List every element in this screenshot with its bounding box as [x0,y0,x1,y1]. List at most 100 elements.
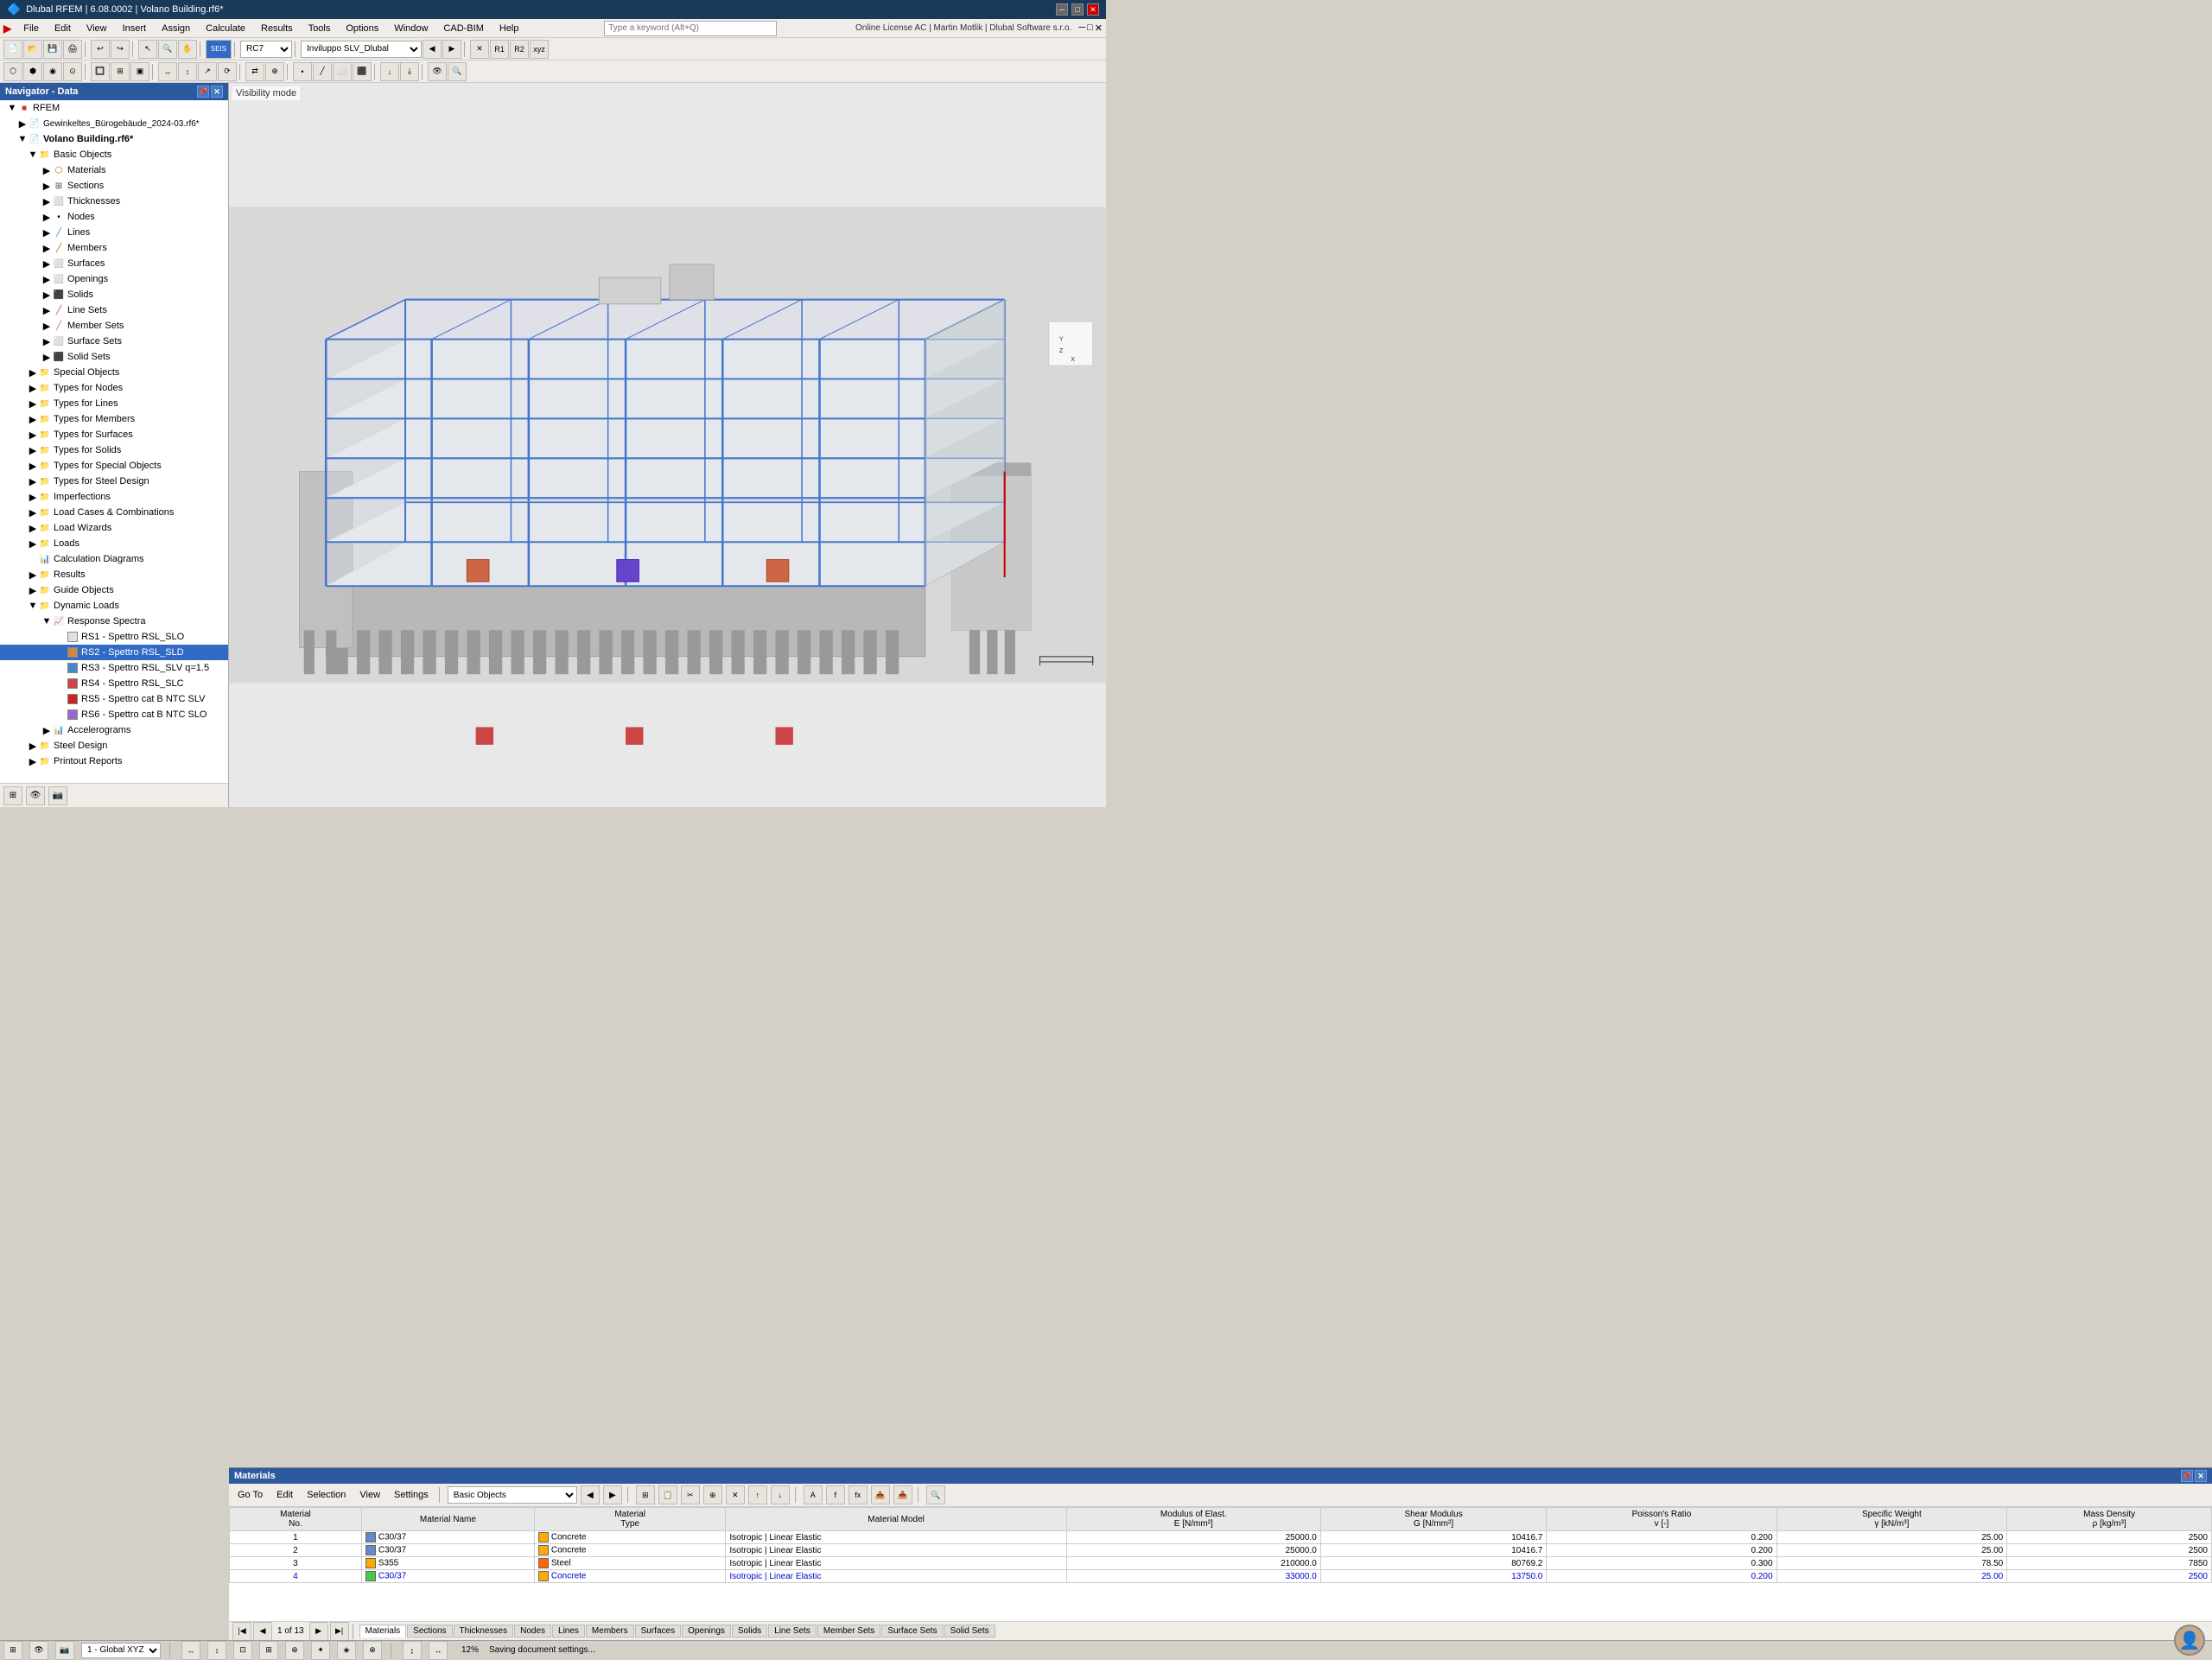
nav-steeldesign[interactable]: ▶ 📁 Steel Design [0,738,228,754]
panel-tb-10[interactable]: fx [849,1485,868,1504]
nav-printout[interactable]: ▶ 📁 Printout Reports [0,754,228,769]
status-mode-2[interactable]: ↕ [207,1641,226,1660]
panel-tb-5[interactable]: ✕ [726,1485,745,1504]
footer-tab-lines[interactable]: Lines [552,1625,585,1638]
tb2-view1[interactable]: 👁 [428,62,447,81]
panel-nav-next[interactable]: ▶ [603,1485,622,1504]
tb-axes[interactable]: xyz [530,40,549,59]
nav-rs2[interactable]: RS2 - Spettro RSL_SLD [0,645,228,660]
nav-types-surfaces[interactable]: ▶ 📁 Types for Surfaces [0,427,228,442]
tb2-solid[interactable]: ⬛ [353,62,372,81]
menu-window[interactable]: Window [387,22,435,35]
panel-view[interactable]: View [354,1489,385,1501]
nav-linesets[interactable]: ▶ ╱ Line Sets [0,302,228,318]
nav-members[interactable]: ▶ ╱ Members [0,240,228,256]
footer-tab-surfaces[interactable]: Surfaces [635,1625,681,1638]
coordinate-system-dropdown[interactable]: 1 - Global XYZ [81,1643,161,1658]
panel-tb-2[interactable]: 📋 [658,1485,677,1504]
nav-membersets[interactable]: ▶ ╱ Member Sets [0,318,228,334]
panel-tb-1[interactable]: ⊞ [636,1485,655,1504]
nav-rs1[interactable]: RS1 - Spettro RSL_SLO [0,629,228,645]
tb2-line[interactable]: ╱ [313,62,332,81]
tb-zoom[interactable]: 🔍 [158,40,177,59]
nav-results[interactable]: ▶ 📁 Results [0,567,228,582]
status-align-2[interactable]: ↔ [429,1641,448,1660]
tb-r3[interactable]: R2 [510,40,529,59]
nav-solidsets[interactable]: ▶ ⬛ Solid Sets [0,349,228,365]
analysis-dropdown[interactable]: RC7 [240,41,292,58]
tb-print[interactable]: 🖨 [63,40,82,59]
tb-prev-combo[interactable]: ◀ [423,40,442,59]
nav-pin[interactable]: 📌 [197,86,209,98]
nav-tb-3[interactable]: 📷 [48,786,67,805]
status-snap-3[interactable]: ⊕ [285,1641,304,1660]
nav-types-steel[interactable]: ▶ 📁 Types for Steel Design [0,474,228,489]
panel-selection[interactable]: Selection [302,1489,351,1501]
status-snap-1[interactable]: ⊡ [233,1641,252,1660]
menu-options[interactable]: Options [339,22,385,35]
tb2-7[interactable]: ▣ [130,62,149,81]
footer-tab-member-sets[interactable]: Member Sets [817,1625,880,1638]
status-align-1[interactable]: ↨ [403,1641,422,1660]
menu-calculate[interactable]: Calculate [199,22,252,35]
nav-types-nodes[interactable]: ▶ 📁 Types for Nodes [0,380,228,396]
nav-file-buro[interactable]: ▶ 📄 Gewinkeltes_Bürogebäude_2024-03.rf6* [0,116,228,131]
nav-nodes[interactable]: ▶ • Nodes [0,209,228,225]
nav-guide[interactable]: ▶ 📁 Guide Objects [0,582,228,598]
table-row[interactable]: 2 C30/37 Concrete Isotropic | Linear Ela… [230,1544,2212,1557]
minimize-button[interactable]: ─ [1056,3,1068,16]
nav-openings[interactable]: ▶ ⬜ Openings [0,271,228,287]
tb2-8[interactable]: ↔ [158,62,177,81]
nav-first[interactable]: |◀ [232,1622,251,1641]
menu-help[interactable]: Help [493,22,526,35]
tb-undo[interactable]: ↩ [91,40,110,59]
maximize-button[interactable]: □ [1071,3,1084,16]
tb2-view2[interactable]: 🔍 [448,62,467,81]
tb-r2[interactable]: R1 [490,40,509,59]
tb2-10[interactable]: ↗ [198,62,217,81]
tb2-3[interactable]: ◉ [43,62,62,81]
tb2-5[interactable]: 🔲 [91,62,110,81]
close-button[interactable]: ✕ [1087,3,1099,16]
menu-view[interactable]: View [79,22,114,35]
menu-insert[interactable]: Insert [116,22,154,35]
status-tb-3[interactable]: 📷 [55,1641,74,1660]
tb-r1[interactable]: ✕ [470,40,489,59]
nav-types-lines[interactable]: ▶ 📁 Types for Lines [0,396,228,411]
menu-edit[interactable]: Edit [48,22,78,35]
nav-prev[interactable]: ◀ [253,1622,272,1641]
nav-surfacesets[interactable]: ▶ ⬜ Surface Sets [0,334,228,349]
footer-tab-thicknesses[interactable]: Thicknesses [454,1625,514,1638]
tb2-4[interactable]: ⊙ [63,62,82,81]
panel-pin-btn[interactable]: 📌 [2181,1470,2193,1482]
tb2-9[interactable]: ↕ [178,62,197,81]
nav-tb-1[interactable]: ⊞ [3,786,22,805]
nav-rs5[interactable]: RS5 - Spettro cat B NTC SLV [0,691,228,707]
nav-solids[interactable]: ▶ ⬛ Solids [0,287,228,302]
panel-tb-3[interactable]: ✂ [681,1485,700,1504]
tb-save[interactable]: 💾 [43,40,62,59]
nav-rs4[interactable]: RS4 - Spettro RSL_SLC [0,676,228,691]
nav-types-members[interactable]: ▶ 📁 Types for Members [0,411,228,427]
menu-file[interactable]: File [16,22,46,35]
panel-min[interactable]: ─ [1078,22,1085,34]
panel-filter-dropdown[interactable]: Basic Objects [448,1486,577,1504]
panel-tb-11[interactable]: 📤 [871,1485,890,1504]
panel-tb-9[interactable]: f [826,1485,845,1504]
footer-tab-nodes[interactable]: Nodes [514,1625,551,1638]
nav-types-special[interactable]: ▶ 📁 Types for Special Objects [0,458,228,474]
panel-tb-7[interactable]: ↓ [771,1485,790,1504]
tb2-copy[interactable]: ⊕ [265,62,284,81]
menu-tools[interactable]: Tools [302,22,338,35]
nav-thicknesses[interactable]: ▶ ⬜ Thicknesses [0,194,228,209]
panel-close-btn[interactable]: ✕ [2195,1470,2207,1482]
viewport[interactable]: Visibility mode [229,83,1106,807]
nav-loadwizards[interactable]: ▶ 📁 Load Wizards [0,520,228,536]
status-mode-1[interactable]: ↔ [181,1641,200,1660]
menu-results[interactable]: Results [254,22,300,35]
tb2-mirror[interactable]: ⇄ [245,62,264,81]
status-snap-6[interactable]: ⊗ [363,1641,382,1660]
tb2-surface[interactable]: ⬜ [333,62,352,81]
tb2-load2[interactable]: ⤓ [400,62,419,81]
tb-select[interactable]: ↖ [138,40,157,59]
